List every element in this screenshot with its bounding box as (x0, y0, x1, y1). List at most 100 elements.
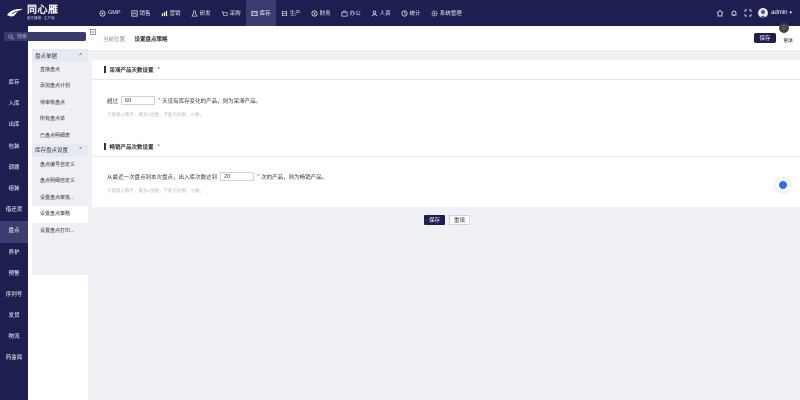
rail-item-inbound[interactable]: 入库 (0, 94, 28, 115)
nav-purchase[interactable]: 采购 (216, 0, 246, 26)
nav-label: 销售 (139, 11, 151, 17)
marketing-icon (161, 10, 168, 17)
search-input[interactable]: 搜索 (4, 32, 86, 41)
slow-days-input[interactable]: 60 (121, 96, 156, 105)
collapse-sidebar-icon[interactable] (90, 29, 96, 35)
nav-rnd[interactable]: 研发 (186, 0, 216, 26)
submenu-item-strategy[interactable]: 设置盘点策略 (32, 206, 88, 223)
submenu-item-add-plan[interactable]: 添加盘点计划 (32, 78, 88, 94)
app-title: 同心雁 (27, 4, 59, 16)
rail-item-alert[interactable]: 预警 (0, 264, 28, 285)
top-nav: GMP 销售 营销 研发 采购 库存 生产 财务 办公 人资 统计 系统管理 (94, 0, 467, 26)
rail-item-maintenance[interactable]: 养护 (0, 243, 28, 264)
submenu-item-details[interactable]: 已盘点明细表 (32, 128, 88, 144)
submenu-group-label: 盘点单据 (35, 53, 58, 60)
row-suffix: 天没有库存变化的产品，则为呆滞产品。 (162, 98, 262, 105)
chat-help-button[interactable] (776, 178, 790, 192)
nav-production[interactable]: 生产 (276, 0, 306, 26)
logo-bird-icon (6, 6, 24, 20)
avatar[interactable] (758, 8, 769, 18)
nav-inventory[interactable]: 库存 (245, 0, 276, 26)
breadcrumb-bar: 当前位置: 设置盘点策略 保存 ⋮ 重填 (88, 23, 800, 50)
row-label: 从最近一次盘点到本次盘点，出入库次数达到 (107, 174, 218, 181)
stats-icon (401, 10, 408, 17)
chevron-up-icon: ^ (79, 147, 82, 154)
bell-icon[interactable] (730, 9, 738, 17)
breadcrumb-prefix: 当前位置: (103, 37, 127, 43)
office-icon (341, 10, 348, 17)
row-label: 超过 (107, 98, 119, 105)
submenu-group-label: 库存盘点设置 (35, 148, 69, 155)
nav-label: 营销 (169, 11, 181, 17)
submenu-item-direct-stocktake[interactable]: 直接盘点 (32, 62, 88, 78)
submenu-item-detail-custom[interactable]: 盘点明细自定义 (32, 173, 88, 189)
nav-sales[interactable]: 销售 (126, 0, 156, 26)
input-hint: 只能输入数字，最多4位数，不能为负数，小数。 (107, 112, 205, 117)
user-name[interactable]: admin (771, 10, 787, 16)
rail-item-shipping[interactable]: 发货 (0, 306, 28, 327)
breadcrumb: 当前位置: 设置盘点策略 (103, 35, 168, 43)
purchase-icon (221, 10, 228, 17)
home-icon[interactable] (716, 9, 724, 17)
required-mark: * (257, 173, 260, 180)
submenu-group-docs[interactable]: 盘点单据 ^ (32, 49, 88, 62)
rail-item-outbound[interactable]: 出库 (0, 115, 28, 136)
chevron-down-icon[interactable]: ▾ (789, 10, 792, 16)
expand-icon[interactable] (744, 9, 752, 17)
app-logo[interactable]: 同心雁 医疗器械 · 生产版 (0, 0, 88, 26)
save-button[interactable]: 保存 (754, 33, 776, 43)
submenu-item-approval[interactable]: 设置盘点审批... (32, 190, 88, 206)
nav-settings[interactable]: 系统管理 (426, 0, 467, 26)
nav-gmp[interactable]: GMP (94, 0, 126, 26)
section-title[interactable]: 畅销产品次数设置 ^ (92, 137, 800, 157)
app-subtitle: 医疗器械 · 生产版 (27, 15, 55, 20)
gmp-icon (99, 10, 106, 17)
rail-item-assembly[interactable]: 组装 (0, 179, 28, 200)
inventory-icon (251, 10, 258, 17)
nav-marketing[interactable]: 营销 (156, 0, 186, 26)
hr-icon (371, 10, 378, 17)
submenu-item-number-custom[interactable]: 盘点编号自定义 (32, 157, 88, 173)
section-fast-moving: 畅销产品次数设置 ^ 从最近一次盘点到本次盘点，出入库次数达到 20 * 次的产… (92, 137, 800, 207)
nav-label: 系统管理 (439, 11, 462, 17)
nav-label: 办公 (349, 11, 361, 17)
rail-item-fda[interactable]: 药监局 (0, 348, 28, 369)
chevron-up-icon[interactable]: ^ (158, 144, 160, 150)
chat-icon (779, 181, 787, 189)
nav-label: 库存 (259, 11, 271, 17)
nav-finance[interactable]: 财务 (306, 0, 336, 26)
rail-item-inventory[interactable]: 库存 (0, 73, 28, 94)
submenu-item-pending-review[interactable]: 待审核盘点 (32, 95, 88, 111)
rail-item-logistics[interactable]: 物流 (0, 327, 28, 348)
quick-menu-icon[interactable]: ⋮ (779, 23, 789, 33)
nav-label: 采购 (229, 11, 241, 17)
breadcrumb-current: 设置盘点策略 (134, 37, 168, 43)
submenu-item-print[interactable]: 设置盘点打印... (32, 223, 88, 239)
nav-stats[interactable]: 统计 (396, 0, 426, 26)
rail-item-stocktake[interactable]: 盘点 (0, 221, 28, 243)
rail-item-packaging[interactable]: 包装 (0, 137, 28, 158)
submenu-item-all-sheets[interactable]: 所有盘点单 (32, 111, 88, 127)
module-rail: 库存 入库 出库 包装 调拨 组装 借还货 盘点 养护 预警 序列号 发货 物流… (0, 26, 28, 400)
search-placeholder: 搜索 (17, 34, 28, 40)
rail-item-serial[interactable]: 序列号 (0, 285, 28, 306)
save-button-bottom[interactable]: 保存 (424, 215, 445, 225)
nav-office[interactable]: 办公 (336, 0, 366, 26)
reset-button[interactable]: 重填 (780, 37, 796, 44)
section-title[interactable]: 呆滞产品天数设置 ^ (92, 60, 800, 80)
required-mark: * (158, 97, 161, 104)
row-suffix: 次的产品，则为畅销产品。 (261, 174, 328, 181)
submenu-group-settings[interactable]: 库存盘点设置 ^ (32, 143, 88, 157)
search-icon (8, 33, 14, 40)
chevron-up-icon[interactable]: ^ (158, 67, 160, 73)
fast-count-input[interactable]: 20 (220, 172, 255, 181)
main-content: 当前位置: 设置盘点策略 保存 ⋮ 重填 呆滞产品天数设置 ^ 超过 60 * 天… (88, 23, 800, 400)
production-icon (281, 10, 288, 17)
rail-item-transfer[interactable]: 调拨 (0, 158, 28, 179)
rail-item-borrow-return[interactable]: 借还货 (0, 200, 28, 221)
section-title-text: 呆滞产品天数设置 (109, 67, 154, 74)
nav-label: 统计 (409, 11, 421, 17)
reset-button-bottom[interactable]: 重填 (449, 215, 470, 225)
nav-label: GMP (108, 10, 121, 16)
nav-hr[interactable]: 人资 (366, 0, 396, 26)
